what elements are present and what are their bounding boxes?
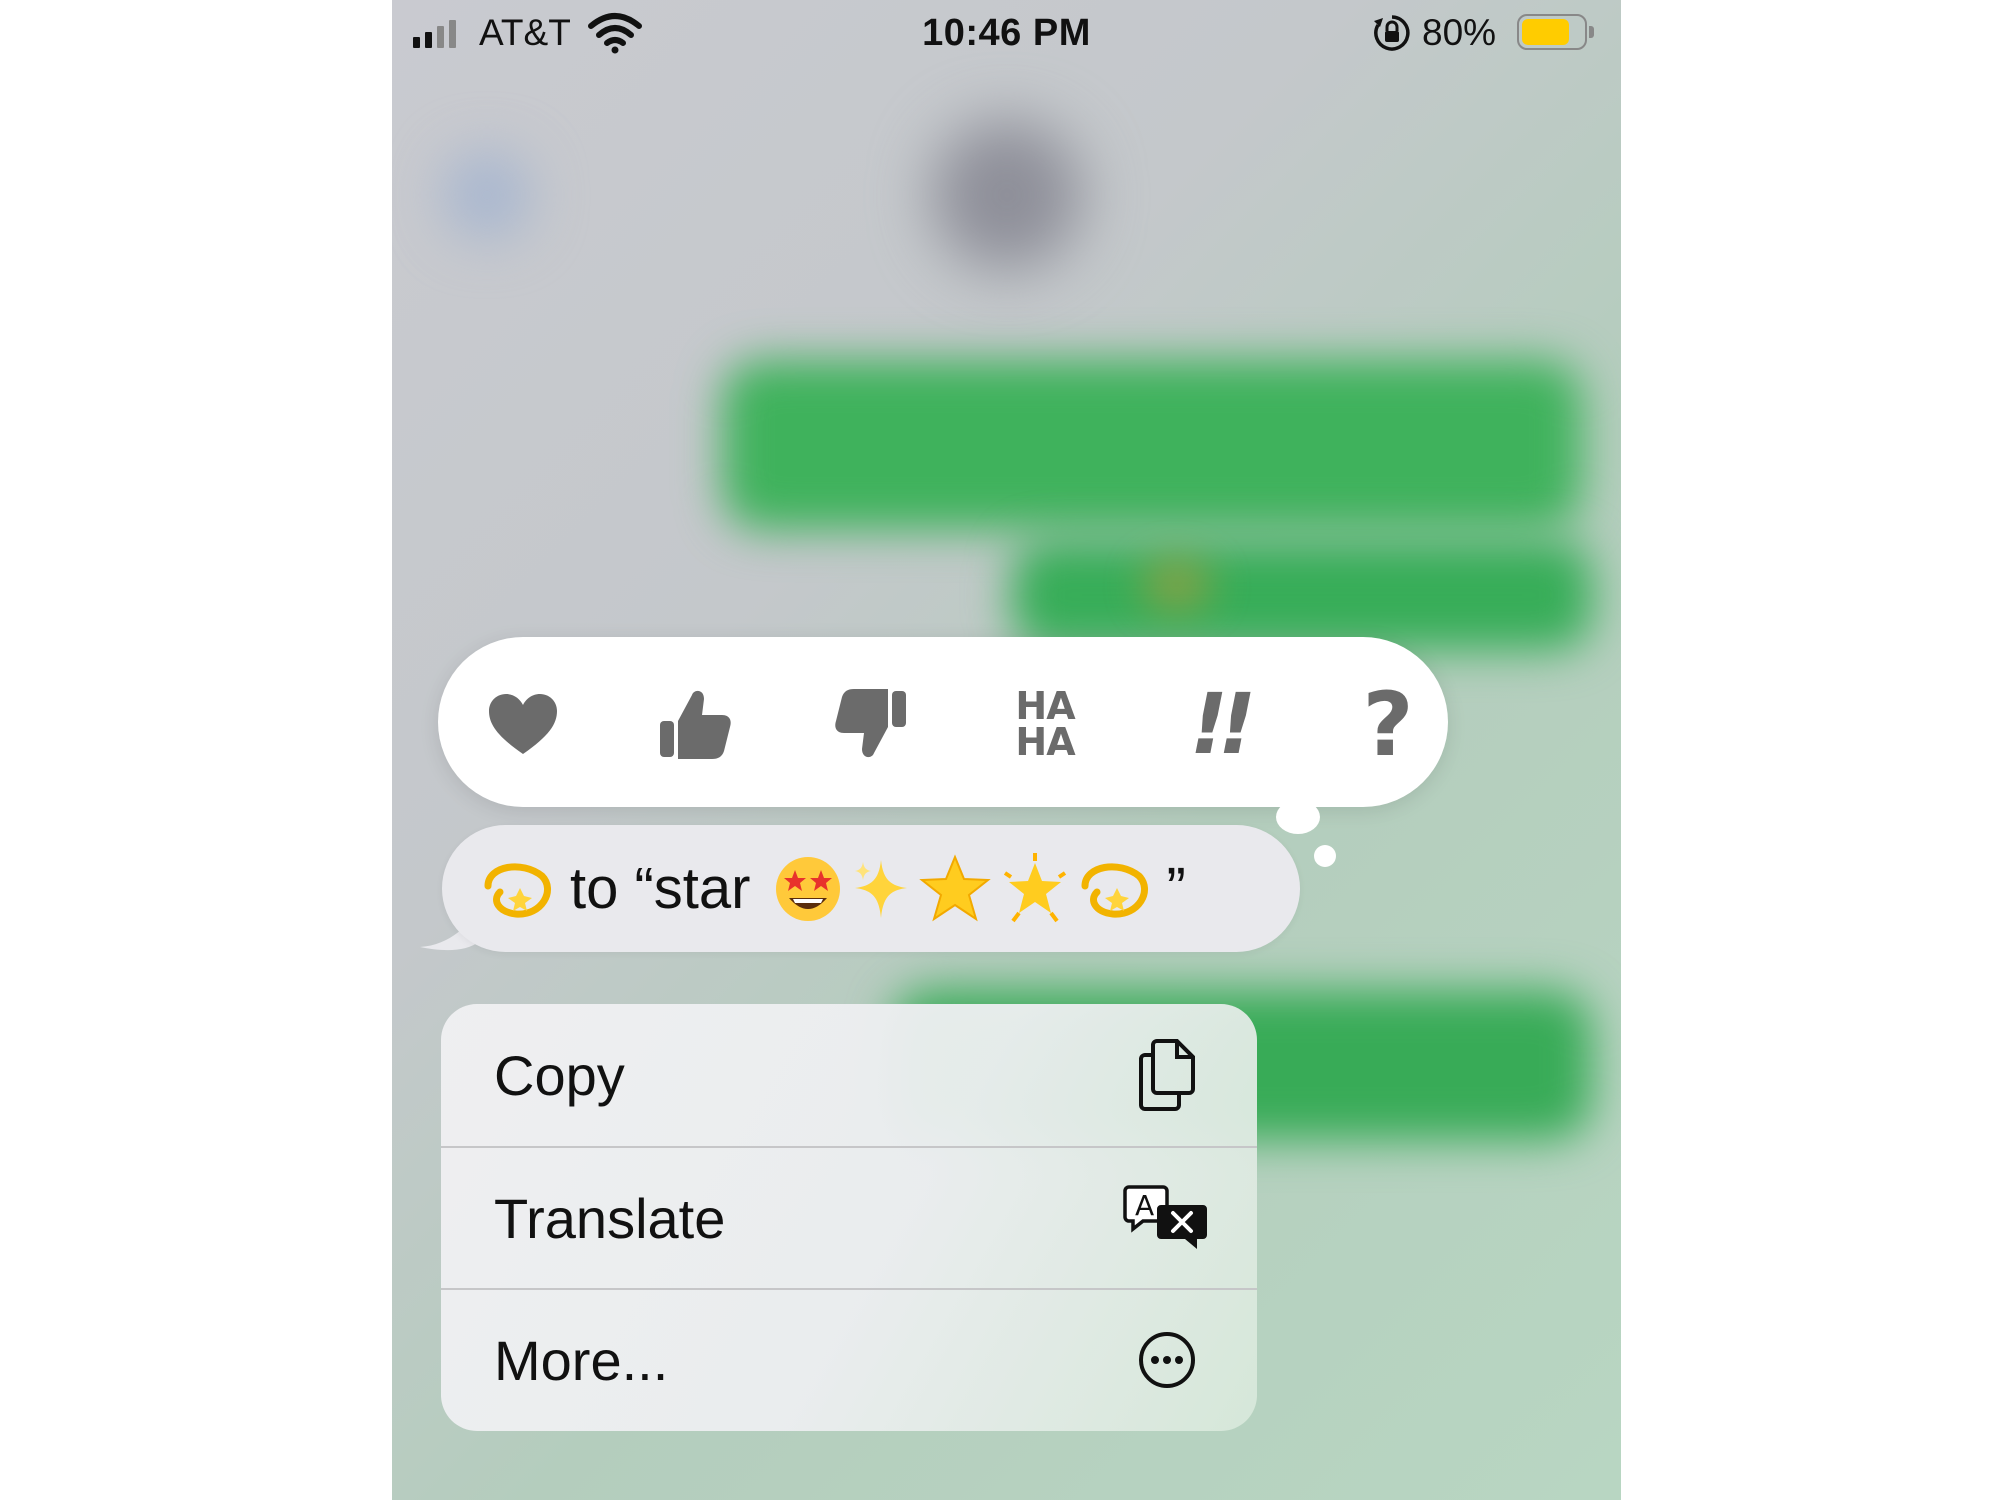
heart-reaction-button[interactable] [478, 679, 568, 769]
orientation-lock-icon [1374, 15, 1410, 51]
heart-icon [489, 694, 557, 754]
tapback-tail-dot-small [1314, 845, 1336, 867]
star-struck-icon [773, 854, 843, 924]
menu-item-label: Copy [494, 1043, 625, 1107]
battery-icon [1517, 14, 1594, 50]
status-bar: AT&T 10:46 PM 80% [392, 0, 1621, 66]
haha-icon: HA HA [1015, 684, 1075, 764]
question-reaction-button[interactable]: ? [1343, 673, 1433, 776]
thumbs-down-icon [835, 689, 906, 758]
messages-screen: AT&T 10:46 PM 80% HA HA !! ? to “star ” … [392, 0, 1621, 1500]
sparkles-icon [851, 856, 911, 922]
thumbs-up-reaction-button[interactable] [650, 679, 740, 769]
emphasize-reaction-button[interactable]: !! [1173, 675, 1263, 773]
battery-percentage: 80% [1422, 12, 1497, 53]
tapback-reaction-bar: HA HA !! ? [438, 637, 1448, 807]
dizzy-icon [482, 856, 556, 922]
context-menu: Copy Translate A More... [441, 1004, 1257, 1431]
copy-menu-item[interactable]: Copy [441, 1004, 1257, 1146]
menu-item-label: More... [494, 1328, 669, 1392]
thumbs-up-icon [660, 690, 731, 759]
double-exclamation-icon: !! [1189, 675, 1257, 773]
haha-reaction-button[interactable]: HA HA [1000, 679, 1090, 769]
translate-icon: A [1123, 1185, 1207, 1249]
question-mark-icon: ? [1362, 672, 1414, 776]
selected-message-bubble[interactable]: to “star ” [442, 825, 1300, 952]
translate-menu-item[interactable]: Translate A [441, 1146, 1257, 1288]
copy-icon [1139, 1039, 1195, 1111]
tapback-tail-dot [1276, 800, 1320, 834]
dizzy-icon [1079, 856, 1153, 922]
thumbs-down-reaction-button[interactable] [826, 679, 916, 769]
message-text-prefix: to “star [570, 856, 751, 921]
star-icon [918, 853, 991, 924]
menu-item-label: Translate [494, 1186, 726, 1250]
svg-text:A: A [1135, 1189, 1154, 1222]
glowing-star-icon [999, 852, 1071, 925]
more-icon [1139, 1332, 1195, 1388]
more-menu-item[interactable]: More... [441, 1288, 1257, 1430]
message-text-suffix: ” [1166, 856, 1186, 921]
